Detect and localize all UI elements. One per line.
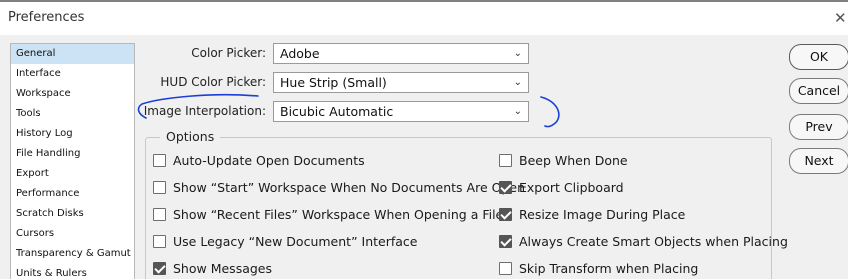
- option-label: Export Clipboard: [519, 180, 624, 195]
- sidebar-item-export[interactable]: Export: [11, 164, 134, 184]
- image-interpolation-label: Image Interpolation:: [143, 104, 266, 118]
- checkbox[interactable]: [499, 154, 512, 167]
- option-label: Show “Start” Workspace When No Documents…: [173, 180, 526, 195]
- window-title: Preferences: [8, 10, 85, 25]
- option-label: Beep When Done: [519, 153, 628, 168]
- checkbox[interactable]: [499, 235, 512, 248]
- option-label: Use Legacy “New Document” Interface: [173, 234, 418, 249]
- hud-color-picker-select[interactable]: Hue Strip (Small) ⌄: [273, 72, 529, 93]
- preferences-dialog: Preferences ✕ General Interface Workspac…: [0, 0, 848, 279]
- hud-color-picker-value: Hue Strip (Small): [280, 75, 387, 90]
- checkbox[interactable]: [153, 154, 166, 167]
- prev-button[interactable]: Prev: [789, 114, 848, 140]
- close-icon[interactable]: ✕: [834, 9, 848, 27]
- checkbox[interactable]: [499, 181, 512, 194]
- sidebar-item-tools[interactable]: Tools: [11, 104, 134, 124]
- sidebar-item-interface[interactable]: Interface: [11, 64, 134, 84]
- option-label: Resize Image During Place: [519, 207, 686, 222]
- chevron-down-icon: ⌄: [513, 48, 522, 59]
- checkbox[interactable]: [499, 208, 512, 221]
- sidebar-item-scratch-disks[interactable]: Scratch Disks: [11, 204, 134, 224]
- annotation-right-arc: [540, 96, 560, 128]
- sidebar-item-workspace[interactable]: Workspace: [11, 84, 134, 104]
- options-group-title: Options: [160, 129, 221, 144]
- sidebar-item-file-handling[interactable]: File Handling: [11, 144, 134, 164]
- sidebar-item-performance[interactable]: Performance: [11, 184, 134, 204]
- option-label: Show Messages: [173, 261, 272, 276]
- checkbox[interactable]: [153, 235, 166, 248]
- color-picker-value: Adobe: [280, 46, 320, 61]
- color-picker-select[interactable]: Adobe ⌄: [273, 43, 529, 64]
- sidebar-item-general[interactable]: General: [11, 44, 134, 64]
- option-label: Show “Recent Files” Workspace When Openi…: [173, 207, 504, 222]
- checkbox[interactable]: [153, 208, 166, 221]
- image-interpolation-value: Bicubic Automatic: [280, 104, 394, 119]
- chevron-down-icon: ⌄: [513, 77, 522, 88]
- option-label: Skip Transform when Placing: [519, 261, 699, 276]
- sidebar-item-units-rulers[interactable]: Units & Rulers: [11, 264, 134, 279]
- checkbox[interactable]: [153, 181, 166, 194]
- option-label: Auto-Update Open Documents: [173, 153, 365, 168]
- chevron-down-icon: ⌄: [513, 106, 522, 117]
- checkbox[interactable]: [499, 262, 512, 275]
- checkbox[interactable]: [153, 262, 166, 275]
- cancel-button[interactable]: Cancel: [789, 78, 848, 104]
- ok-button[interactable]: OK: [789, 44, 848, 70]
- image-interpolation-select[interactable]: Bicubic Automatic ⌄: [273, 101, 529, 122]
- title-bar: Preferences ✕: [0, 2, 848, 35]
- sidebar-item-transparency-gamut[interactable]: Transparency & Gamut: [11, 244, 134, 264]
- next-button[interactable]: Next: [789, 148, 848, 174]
- option-label: Always Create Smart Objects when Placing: [519, 234, 788, 249]
- sidebar-item-cursors[interactable]: Cursors: [11, 224, 134, 244]
- sidebar-item-history-log[interactable]: History Log: [11, 124, 134, 144]
- hud-color-picker-label: HUD Color Picker:: [160, 75, 266, 89]
- color-picker-label: Color Picker:: [191, 46, 266, 60]
- preferences-sidebar: General Interface Workspace Tools Histor…: [10, 43, 135, 279]
